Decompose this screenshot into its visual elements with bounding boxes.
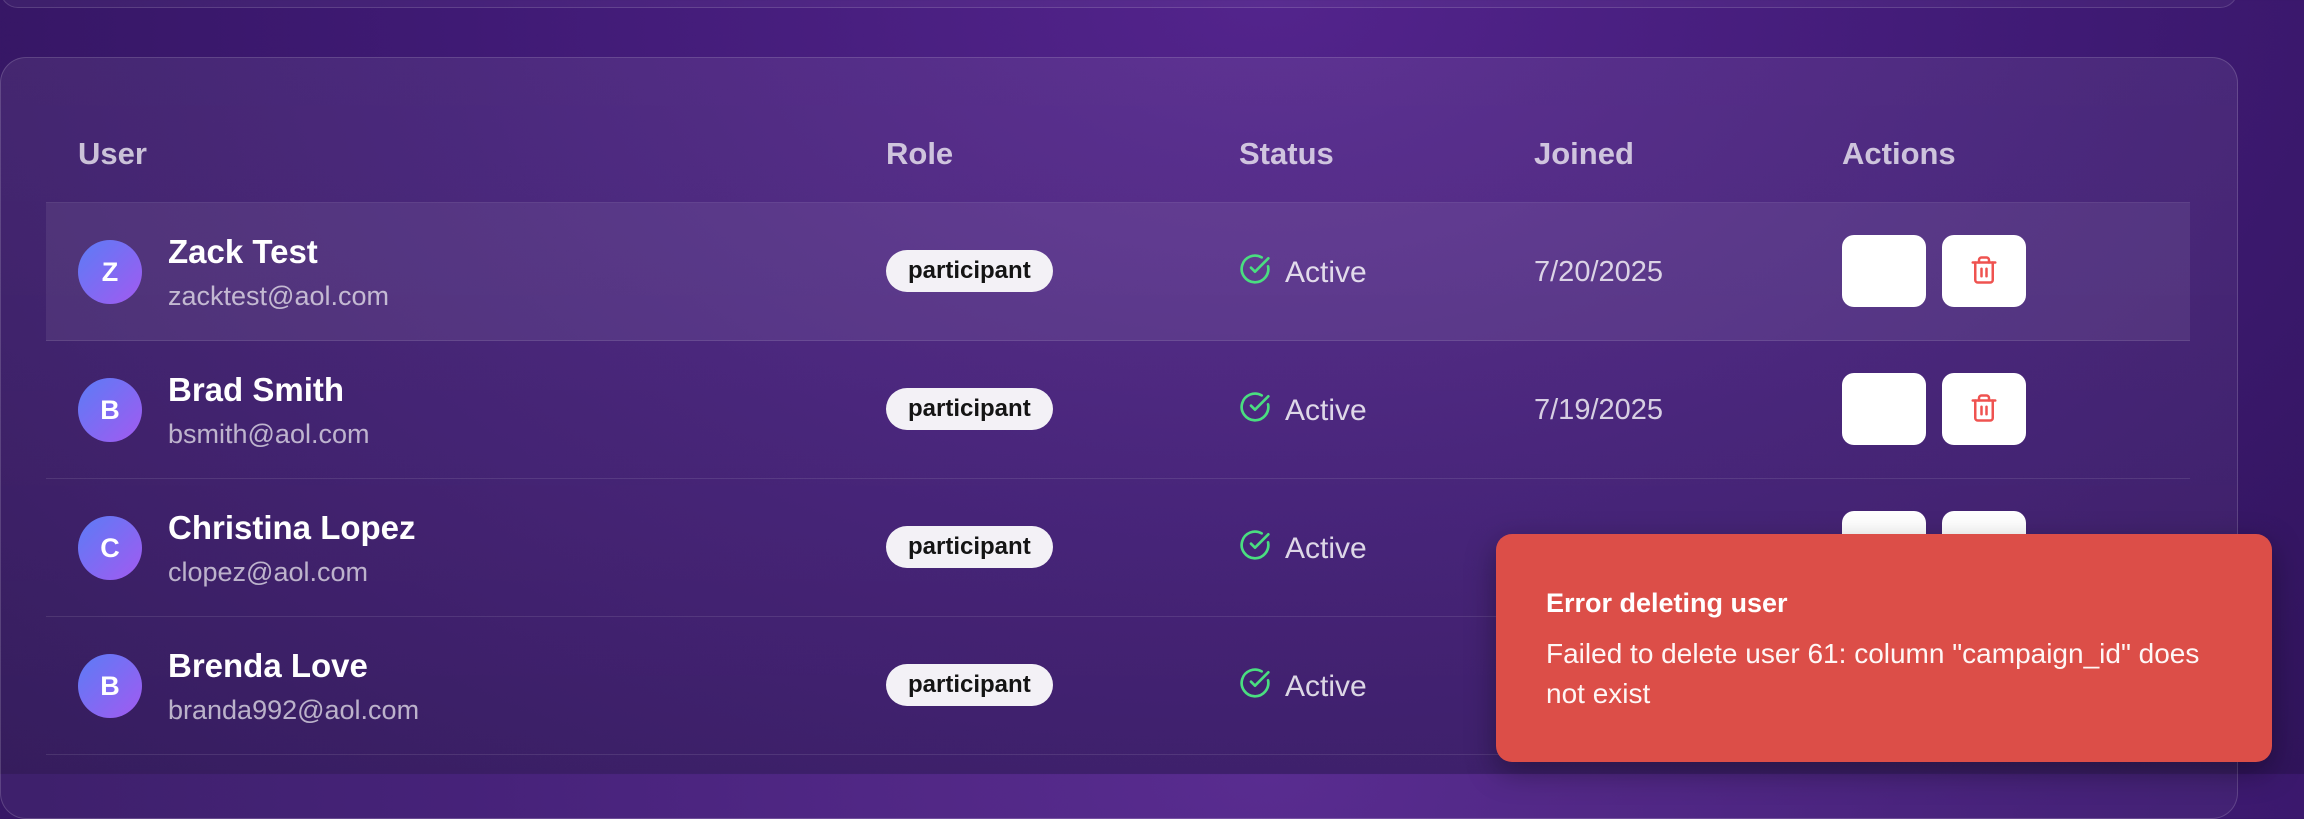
user-name: Brad Smith <box>168 371 345 408</box>
user-name: Zack Test <box>168 233 318 270</box>
toast-message: Failed to delete user 61: column "campai… <box>1546 638 2200 709</box>
role-badge: participant <box>886 250 1053 292</box>
header-joined: Joined <box>1534 136 1634 171</box>
error-toast[interactable]: Error deleting user Failed to delete use… <box>1496 534 2272 762</box>
header-actions: Actions <box>1842 136 1956 171</box>
avatar: Z <box>78 240 142 304</box>
edit-button[interactable] <box>1842 235 1926 307</box>
user-email: branda992@aol.com <box>168 695 420 725</box>
status-label: Active <box>1285 394 1367 427</box>
header-role: Role <box>886 136 954 171</box>
status-cell: Active <box>1239 253 1367 293</box>
header-user: User <box>78 136 147 171</box>
status-label: Active <box>1285 256 1367 289</box>
joined-date: 7/20/2025 <box>1534 256 1664 288</box>
user-email: zacktest@aol.com <box>168 281 389 311</box>
role-badge: participant <box>886 526 1053 568</box>
toast-title: Error deleting user <box>1546 588 1788 618</box>
check-circle-icon <box>1239 253 1271 293</box>
check-circle-icon <box>1239 529 1271 569</box>
avatar: B <box>78 654 142 718</box>
user-email: bsmith@aol.com <box>168 419 370 449</box>
role-badge: participant <box>886 664 1053 706</box>
delete-button[interactable] <box>1942 235 2026 307</box>
status-label: Active <box>1285 670 1367 703</box>
user-name: Brenda Love <box>168 647 368 684</box>
delete-button[interactable] <box>1942 373 2026 445</box>
header-status: Status <box>1239 136 1334 171</box>
edit-button[interactable] <box>1842 373 1926 445</box>
joined-date: 7/19/2025 <box>1534 394 1664 426</box>
top-panel <box>0 0 2238 8</box>
avatar: C <box>78 516 142 580</box>
user-name: Christina Lopez <box>168 509 416 546</box>
status-label: Active <box>1285 532 1367 565</box>
check-circle-icon <box>1239 667 1271 707</box>
user-email: clopez@aol.com <box>168 557 368 587</box>
role-badge: participant <box>886 388 1053 430</box>
status-cell: Active <box>1239 529 1367 569</box>
trash-icon <box>1969 393 1999 426</box>
status-cell: Active <box>1239 667 1367 707</box>
status-cell: Active <box>1239 391 1367 431</box>
trash-icon <box>1969 255 1999 288</box>
table-row: B Brad Smith bsmith@aol.com participant … <box>46 341 2190 479</box>
check-circle-icon <box>1239 391 1271 431</box>
table-header: User Role Status Joined Actions <box>46 136 2190 203</box>
avatar: B <box>78 378 142 442</box>
table-row: Z Zack Test zacktest@aol.com participant… <box>46 203 2190 341</box>
